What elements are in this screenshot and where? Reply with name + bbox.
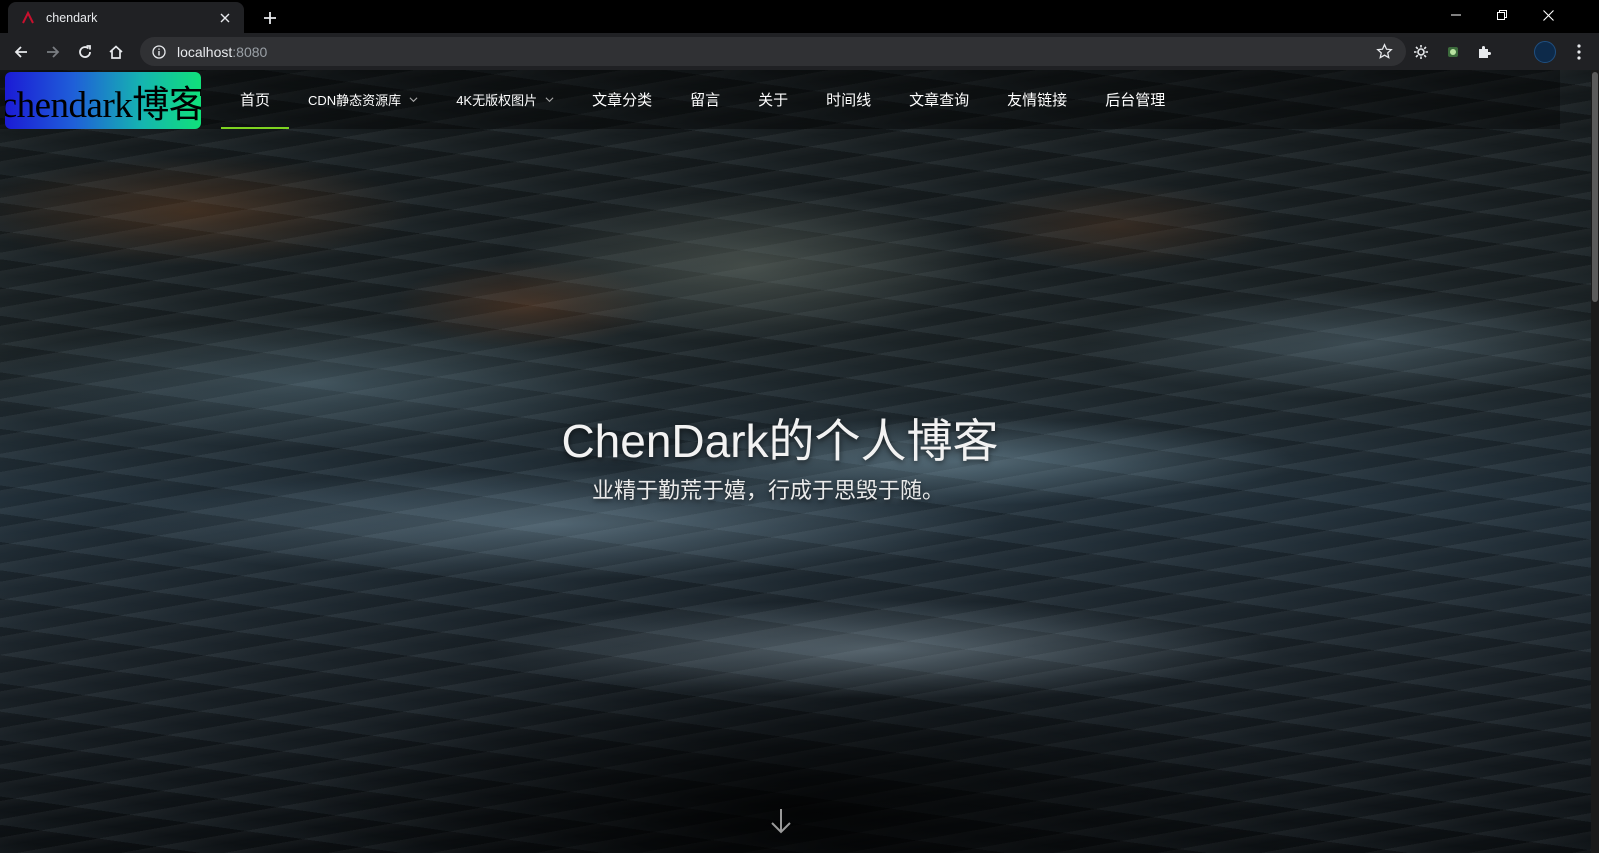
info-icon[interactable] (151, 44, 167, 60)
main-menu: 首页 CDN静态资源库 4K无版权图片 文章分类 留言 关于 时间线 文章查询 … (221, 70, 1184, 129)
restore-window-icon[interactable] (1479, 0, 1525, 30)
reload-button[interactable] (71, 38, 99, 66)
nav-label: 首页 (240, 92, 271, 109)
address-bar[interactable]: localhost:8080 (140, 37, 1406, 66)
url-port: :8080 (232, 43, 268, 60)
chevron-down-icon (545, 97, 554, 103)
hero-subtitle: 业精于勤荒于嬉，行成于思毁于随。 (591, 478, 944, 503)
site-logo[interactable]: chendark博客 (5, 72, 201, 129)
nav-item-home[interactable]: 首页 (221, 70, 290, 129)
nav-label: 文章查询 (909, 92, 970, 109)
extension-icon[interactable] (1442, 41, 1464, 63)
page-viewport: chendark博客 首页 CDN静态资源库 4K无版权图片 文章分类 留言 关… (0, 70, 1599, 853)
star-icon[interactable] (1376, 43, 1394, 61)
nav-label: 时间线 (826, 92, 872, 109)
tab-title: chendark (46, 10, 98, 25)
nav-label: 友情链接 (1007, 92, 1068, 109)
nav-item-admin[interactable]: 后台管理 (1086, 70, 1184, 129)
new-tab-button[interactable] (258, 6, 282, 30)
nav-item-guestbook[interactable]: 留言 (671, 70, 739, 129)
home-button[interactable] (102, 38, 130, 66)
back-button[interactable] (7, 38, 35, 66)
nav-label: 后台管理 (1105, 92, 1166, 109)
nav-item-friend-links[interactable]: 友情链接 (988, 70, 1086, 129)
nav-item-about[interactable]: 关于 (739, 70, 807, 129)
page-scrollbar[interactable] (1591, 70, 1599, 853)
puzzle-icon[interactable] (1473, 41, 1495, 63)
chevron-down-icon (409, 97, 418, 103)
url-host: localhost (177, 43, 233, 60)
browser-tab[interactable]: chendark (8, 2, 244, 33)
arrow-left-icon (14, 46, 27, 58)
close-tab-icon[interactable] (216, 9, 234, 27)
nav-label: 4K无版权图片 (456, 93, 538, 108)
nav-label: 文章分类 (592, 92, 653, 109)
nav-item-cdn[interactable]: CDN静态资源库 (289, 70, 437, 129)
scrollbar-thumb[interactable] (1592, 72, 1598, 302)
close-window-icon[interactable] (1525, 0, 1571, 30)
site-favicon-icon (20, 10, 36, 26)
logo-text: chendark博客 (5, 84, 201, 126)
site-navbar: chendark博客 首页 CDN静态资源库 4K无版权图片 文章分类 留言 关… (0, 70, 1560, 129)
browser-tab-strip: chendark (0, 0, 1599, 33)
nav-label: 关于 (758, 92, 789, 109)
forward-button[interactable] (39, 38, 67, 66)
nav-item-search[interactable]: 文章查询 (890, 70, 988, 129)
nav-label: CDN静态资源库 (308, 93, 402, 108)
minimize-window-icon[interactable] (1433, 0, 1479, 30)
nav-label: 留言 (690, 92, 721, 109)
nav-item-4k-images[interactable]: 4K无版权图片 (437, 70, 573, 129)
gear-icon[interactable] (1410, 41, 1432, 63)
home-icon (109, 45, 123, 59)
reload-icon (79, 45, 91, 58)
profile-avatar[interactable] (1534, 41, 1556, 63)
hero-title: ChenDark的个人博客 (561, 415, 999, 467)
nav-item-categories[interactable]: 文章分类 (573, 70, 671, 129)
nav-item-timeline[interactable]: 时间线 (807, 70, 890, 129)
more-menu-icon[interactable] (1568, 41, 1590, 63)
browser-toolbar: localhost:8080 (0, 33, 1599, 70)
arrow-down-icon[interactable] (769, 807, 793, 835)
arrow-right-icon (47, 46, 60, 58)
